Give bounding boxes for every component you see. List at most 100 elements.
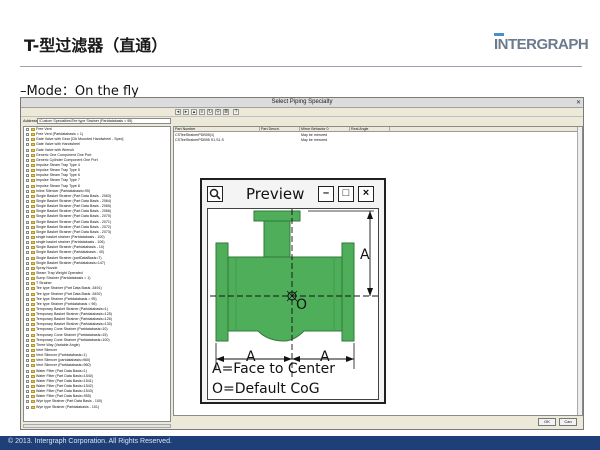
expand-icon[interactable] (26, 189, 29, 193)
expand-icon[interactable] (26, 287, 29, 291)
expand-icon[interactable] (26, 379, 29, 383)
expand-icon[interactable] (26, 251, 29, 255)
grid-row[interactable]: CSTeeStrainerPDB95 S1.S1.S May be mirror… (174, 138, 582, 143)
properties-icon[interactable]: ≣ (223, 109, 229, 115)
ok-button[interactable]: OK (538, 418, 556, 426)
expand-icon[interactable] (26, 338, 29, 342)
folder-icon (31, 328, 35, 332)
grid-col-part-number[interactable]: Part Number (174, 127, 260, 132)
search-icon[interactable]: ⚲ (215, 109, 221, 115)
folder-icon (31, 184, 35, 188)
grid-vertical-scrollbar[interactable] (577, 127, 582, 415)
folder-icon (31, 333, 35, 337)
expand-icon[interactable] (26, 395, 29, 399)
expand-icon[interactable] (26, 323, 29, 327)
expand-icon[interactable] (26, 349, 29, 353)
tree-item-label: Single Basket Strainer (Part Data Basis … (36, 219, 112, 224)
expand-icon[interactable] (26, 199, 29, 203)
expand-icon[interactable] (26, 174, 29, 178)
expand-icon[interactable] (26, 318, 29, 322)
catalog-tree[interactable]: Free Vent Free Vent (Partdatabasis = 1) Ga… (23, 126, 171, 422)
folder-icon (31, 318, 35, 322)
tree-item-label: Gate Valve with Wrench (36, 147, 75, 152)
expand-icon[interactable] (26, 405, 29, 409)
folder-icon (31, 194, 35, 198)
expand-icon[interactable] (26, 148, 29, 152)
expand-icon[interactable] (26, 261, 29, 265)
expand-icon[interactable] (26, 359, 29, 363)
folder-icon (31, 225, 35, 229)
expand-icon[interactable] (26, 328, 29, 332)
help-icon[interactable]: ? (233, 109, 239, 115)
expand-icon[interactable] (26, 184, 29, 188)
tree-item-label: Single Basket Strainer (Part Data Basis … (36, 229, 112, 234)
expand-icon[interactable] (26, 369, 29, 373)
folder-icon (31, 323, 35, 327)
grid-col-real-angle[interactable]: Real Angle (350, 127, 390, 132)
tree-item[interactable]: Wye type Strainer (Partdatabasis - 101) (24, 405, 170, 410)
expand-icon[interactable] (26, 333, 29, 337)
expand-icon[interactable] (26, 158, 29, 162)
expand-icon[interactable] (26, 390, 29, 394)
maximize-icon[interactable]: □ (338, 186, 354, 202)
folder-icon (31, 338, 35, 342)
expand-icon[interactable] (26, 343, 29, 347)
expand-icon[interactable] (26, 205, 29, 209)
expand-icon[interactable] (26, 169, 29, 173)
address-field[interactable]: \Custom Specialties\Tee type Strainer (P… (37, 118, 171, 124)
folder-icon (31, 210, 35, 214)
expand-icon[interactable] (26, 230, 29, 234)
expand-icon[interactable] (26, 256, 29, 260)
expand-icon[interactable] (26, 235, 29, 239)
folder-icon (31, 128, 35, 131)
expand-icon[interactable] (26, 400, 29, 404)
minimize-icon[interactable]: – (318, 186, 334, 202)
expand-icon[interactable] (26, 297, 29, 301)
expand-icon[interactable] (26, 179, 29, 183)
up-folder-icon[interactable]: ▴ (191, 109, 197, 115)
expand-icon[interactable] (26, 354, 29, 358)
expand-icon[interactable] (26, 282, 29, 286)
expand-icon[interactable] (26, 241, 29, 245)
expand-icon[interactable] (26, 385, 29, 389)
close-icon[interactable]: × (358, 186, 374, 202)
expand-icon[interactable] (26, 225, 29, 229)
expand-icon[interactable] (26, 163, 29, 167)
tree-horizontal-scrollbar[interactable] (23, 424, 171, 428)
grid-col-part-description[interactable]: Part Descri. (260, 127, 300, 132)
cancel-button[interactable]: Can (559, 418, 577, 426)
expand-icon[interactable] (26, 194, 29, 198)
expand-icon[interactable] (26, 292, 29, 296)
expand-icon[interactable] (26, 364, 29, 368)
forward-icon[interactable]: ▸ (183, 109, 189, 115)
expand-icon[interactable] (26, 271, 29, 275)
expand-icon[interactable] (26, 277, 29, 281)
expand-icon[interactable] (26, 307, 29, 311)
folder-icon (31, 261, 35, 265)
expand-icon[interactable] (26, 215, 29, 219)
expand-icon[interactable] (26, 302, 29, 306)
expand-icon[interactable] (26, 138, 29, 142)
address-row: Address \Custom Specialties\Tee type Str… (23, 118, 171, 125)
expand-icon[interactable] (26, 220, 29, 224)
folder-icon (31, 256, 35, 260)
expand-icon[interactable] (26, 313, 29, 317)
expand-icon[interactable] (26, 128, 29, 131)
refresh-icon[interactable]: ↻ (207, 109, 213, 115)
expand-icon[interactable] (26, 210, 29, 214)
back-icon[interactable]: ◂ (175, 109, 181, 115)
dialog-title: Select Piping Specialty (271, 99, 333, 105)
magnifier-icon (207, 186, 223, 202)
expand-icon[interactable] (26, 143, 29, 147)
dialog-close-icon[interactable]: ✕ (576, 99, 581, 106)
tree-item-label: Temporary Basket Strainer (Partdatabasis… (36, 317, 113, 322)
grid-col-mirror-behavior[interactable]: Mirror Behavior 0 (300, 127, 350, 132)
expand-icon[interactable] (26, 266, 29, 270)
tree-item-label: Vent Silencer (partdatabasis=960) (36, 358, 91, 363)
expand-icon[interactable] (26, 246, 29, 250)
expand-icon[interactable] (26, 153, 29, 157)
tree-item-label: Gate Valve with Gear [Clk Mounted Handwh… (36, 137, 124, 142)
list-view-icon[interactable]: ≡ (199, 109, 205, 115)
expand-icon[interactable] (26, 374, 29, 378)
expand-icon[interactable] (26, 133, 29, 137)
